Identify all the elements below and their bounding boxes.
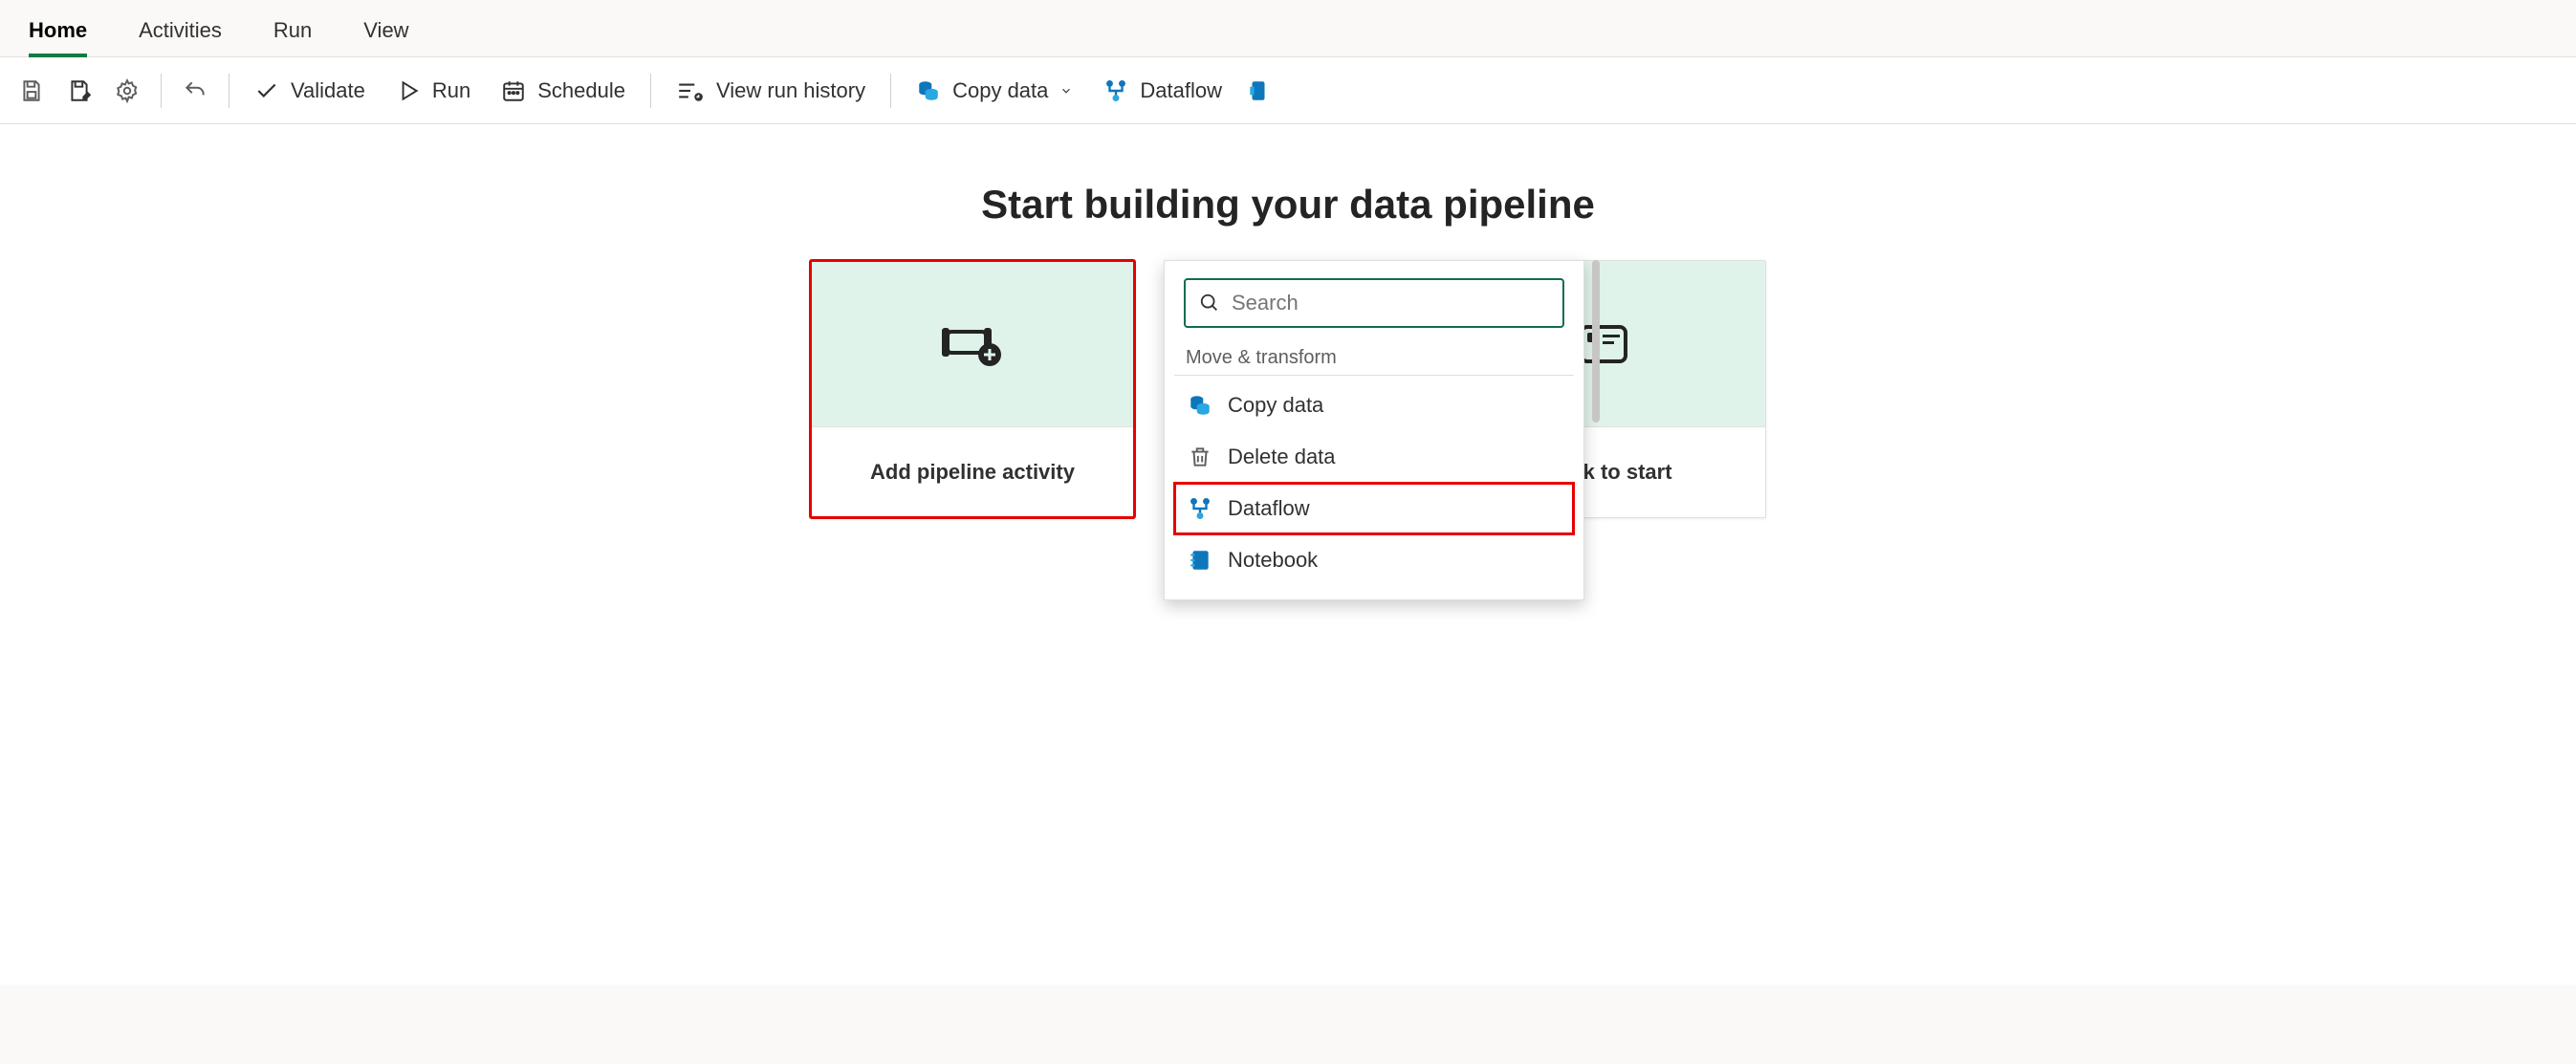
card-label: Add pipeline activity xyxy=(811,426,1134,517)
tab-view[interactable]: View xyxy=(363,18,408,56)
save-button[interactable] xyxy=(11,68,52,114)
menu-item-label: Delete data xyxy=(1228,445,1336,469)
menu-item-copy-data[interactable]: Copy data xyxy=(1174,380,1574,431)
view-run-history-button[interactable]: View run history xyxy=(665,68,877,114)
history-icon xyxy=(676,78,705,103)
copy-data-label: Copy data xyxy=(952,78,1048,103)
activity-search-popup: Move & transform Copy data Delete data D… xyxy=(1164,260,1584,600)
chevron-down-icon xyxy=(1059,84,1073,98)
menu-item-delete-data[interactable]: Delete data xyxy=(1174,431,1574,483)
tab-home[interactable]: Home xyxy=(29,18,87,56)
validate-label: Validate xyxy=(291,78,365,103)
activity-popup-anchor: Move & transform Copy data Delete data D… xyxy=(1164,260,1584,600)
dataflow-icon xyxy=(1188,496,1212,521)
notebook-icon xyxy=(1188,548,1212,573)
save-as-button[interactable] xyxy=(59,68,99,114)
run-button[interactable]: Run xyxy=(384,68,482,114)
menu-item-label: Copy data xyxy=(1228,393,1323,418)
database-icon xyxy=(1188,393,1212,418)
schedule-button[interactable]: Schedule xyxy=(490,68,637,114)
copy-data-button[interactable]: Copy data xyxy=(905,68,1084,114)
menu-item-label: Notebook xyxy=(1228,548,1318,573)
run-label: Run xyxy=(432,78,470,103)
more-button[interactable] xyxy=(1241,68,1276,114)
undo-icon xyxy=(183,78,207,103)
trash-icon xyxy=(1188,445,1212,469)
dataflow-icon xyxy=(1103,78,1128,103)
pipeline-add-icon xyxy=(942,320,1003,368)
card-image-area xyxy=(811,261,1134,426)
schedule-label: Schedule xyxy=(537,78,625,103)
toolbar-divider xyxy=(161,74,162,108)
save-as-icon xyxy=(67,78,92,103)
canvas-area: Start building your data pipeline Add pi… xyxy=(0,124,2576,985)
group-label: Move & transform xyxy=(1174,341,1574,376)
toolbar-divider xyxy=(650,74,651,108)
view-run-history-label: View run history xyxy=(716,78,865,103)
search-icon xyxy=(1199,293,1220,314)
add-pipeline-activity-card[interactable]: Add pipeline activity xyxy=(810,260,1135,518)
gear-icon xyxy=(115,78,140,103)
menu-item-dataflow[interactable]: Dataflow xyxy=(1174,483,1574,534)
settings-button[interactable] xyxy=(107,68,147,114)
tab-run[interactable]: Run xyxy=(273,18,312,56)
page-title: Start building your data pipeline xyxy=(38,182,2538,228)
search-box[interactable] xyxy=(1184,278,1564,328)
menu-item-notebook[interactable]: Notebook xyxy=(1174,534,1574,586)
database-icon xyxy=(916,78,941,103)
toolbar: Validate Run Schedule View run history C… xyxy=(0,57,2576,124)
validate-button[interactable]: Validate xyxy=(243,68,377,114)
template-icon xyxy=(1578,323,1629,365)
card-icon xyxy=(1249,78,1268,103)
calendar-icon xyxy=(501,78,526,103)
search-input[interactable] xyxy=(1232,291,1549,315)
menu-item-label: Dataflow xyxy=(1228,496,1310,521)
save-icon xyxy=(19,78,44,103)
scrollbar-thumb[interactable] xyxy=(1592,260,1600,423)
dataflow-label: Dataflow xyxy=(1140,78,1222,103)
dataflow-button[interactable]: Dataflow xyxy=(1092,68,1233,114)
play-icon xyxy=(396,78,421,103)
ribbon-tabs: Home Activities Run View xyxy=(0,0,2576,57)
check-icon xyxy=(254,78,279,103)
undo-button[interactable] xyxy=(175,68,215,114)
toolbar-divider xyxy=(890,74,891,108)
starter-cards: Add pipeline activity Move & transform C… xyxy=(38,260,2538,600)
tab-activities[interactable]: Activities xyxy=(139,18,222,56)
